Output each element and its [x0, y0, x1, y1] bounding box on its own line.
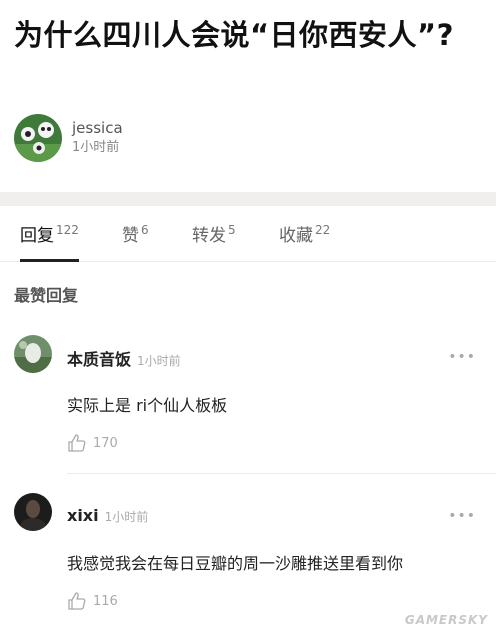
tab-likes[interactable]: 赞6 [122, 221, 149, 262]
tab-label: 收藏 [279, 226, 313, 246]
post-author[interactable]: jessica 1小时前 [14, 114, 123, 162]
commenter-name-text: xixi [67, 506, 99, 525]
author-name[interactable]: jessica [72, 118, 123, 138]
commenter-name[interactable]: xixi 1小时前 [67, 506, 148, 525]
tab-bar: 回复 122 赞6 转发 5 收藏 22 [0, 206, 496, 262]
post-time: 1小时前 [72, 140, 120, 155]
like-count: 116 [93, 593, 118, 609]
more-dots-icon[interactable]: ••• [448, 508, 476, 524]
thumb-up-icon [68, 434, 86, 452]
commenter-name-text: 本质音饭 [67, 350, 132, 369]
tab-reshares[interactable]: 转发 5 [192, 221, 236, 262]
top-replies-heading: 最赞回复 [14, 286, 79, 305]
commenter-avatar[interactable] [14, 493, 52, 531]
tab-label: 回复 [20, 226, 54, 246]
comment-divider [67, 473, 496, 474]
tab-label: 赞 [122, 226, 139, 246]
like-button[interactable]: 170 [67, 433, 118, 453]
post-title: 为什么四川人会说“日你西安人”? [14, 18, 454, 52]
comment-time: 1小时前 [137, 354, 181, 368]
comment-text: 实际上是 ri个仙人板板 [67, 396, 228, 415]
like-button[interactable]: 116 [67, 591, 118, 611]
tab-label: 转发 [192, 226, 226, 246]
watermark-logo: GAMERSKY [404, 613, 488, 627]
like-count: 170 [93, 435, 118, 451]
tab-count: 122 [56, 223, 79, 238]
comment-text: 我感觉我会在每日豆瓣的周一沙雕推送里看到你 [67, 554, 404, 573]
active-tab-indicator [20, 259, 79, 262]
commenter-avatar[interactable] [14, 335, 52, 373]
thumb-up-icon [68, 592, 86, 610]
more-dots-icon[interactable]: ••• [448, 349, 476, 365]
tab-count: 6 [141, 223, 149, 238]
author-avatar[interactable] [14, 114, 62, 162]
commenter-name[interactable]: 本质音饭 1小时前 [67, 346, 181, 370]
tab-favorites[interactable]: 收藏 22 [279, 221, 330, 262]
section-separator [0, 192, 496, 206]
tab-replies[interactable]: 回复 122 [20, 221, 79, 262]
tab-count: 22 [315, 223, 331, 238]
comment-time: 1小时前 [104, 510, 149, 524]
tab-count: 5 [228, 223, 236, 238]
